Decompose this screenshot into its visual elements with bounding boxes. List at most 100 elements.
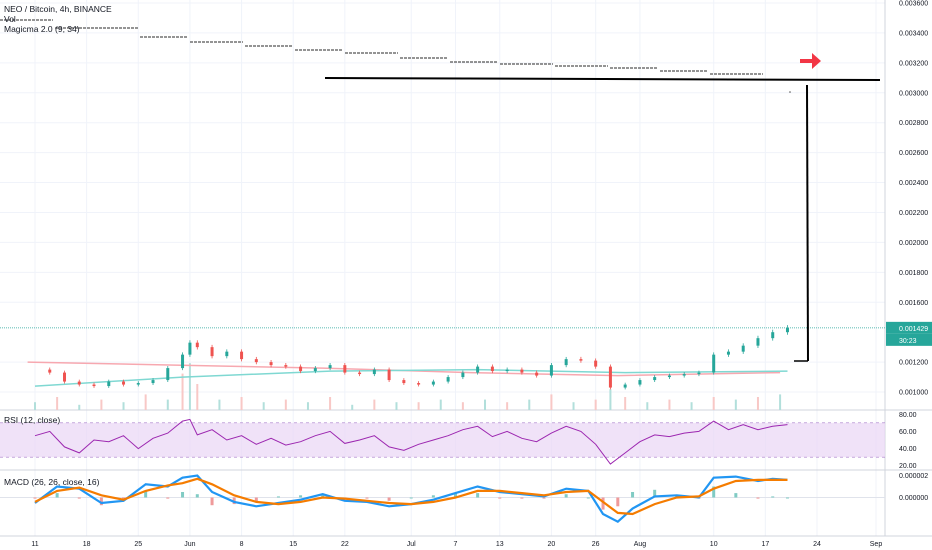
rsi-tick-label: 40.00 (899, 446, 917, 453)
macd-histogram-bar (166, 497, 170, 499)
volume-bar (417, 402, 420, 410)
volume-bar (240, 397, 243, 410)
volume-bar (188, 363, 191, 410)
macd-histogram-bar (55, 493, 59, 498)
candle-body (697, 372, 701, 375)
candle-body (254, 359, 258, 363)
volume-bar (734, 399, 737, 410)
volume-bar (373, 399, 376, 410)
rsi-tick-label: 80.00 (899, 412, 917, 419)
y-tick-label: 0.002200 (899, 210, 928, 217)
volume-bar (439, 399, 442, 410)
chart-legend: NEO / Bitcoin, 4h, BINANCE Vol Magicma 2… (4, 4, 112, 34)
volume-bar (461, 402, 464, 410)
axes: 11 18 25 Jun 8 15 22 Jul 7 13 20 26 Aug 10 17 24 Sep 0.00… (31, 1, 932, 548)
macd-histogram-bar (195, 494, 199, 498)
volume-bar (284, 399, 287, 410)
chart-canvas[interactable]: 11 18 25 Jun 8 15 22 Jul 7 13 20 26 Aug 10 17 24 Sep 0.00… (0, 0, 932, 550)
volume-legend: Vol (4, 14, 16, 24)
x-tick-label: 11 (31, 541, 38, 548)
volume-bar (646, 402, 649, 410)
candle-body (476, 366, 480, 373)
volume-bar (196, 384, 199, 410)
volume-bar (779, 394, 782, 410)
candle-body (48, 369, 52, 373)
y-tick-label: 0.001600 (899, 300, 928, 307)
candle-body (549, 365, 553, 376)
candle-body (313, 368, 317, 372)
volume-bar (34, 402, 36, 410)
macd-histogram-bar (365, 497, 369, 499)
macd-histogram-bar (785, 497, 789, 499)
candle-body (136, 383, 140, 385)
macd-tick-label: 0.000000 (899, 495, 928, 502)
x-tick-label: Sep (870, 541, 883, 548)
candle-body (667, 375, 671, 378)
y-tick-label: 0.003200 (899, 60, 928, 67)
candle-body (638, 380, 642, 385)
x-tick-label: 20 (548, 541, 556, 548)
red-arrow-icon (800, 53, 821, 69)
candle-body (726, 351, 730, 355)
x-tick-label: 8 (240, 541, 244, 548)
candle-body (785, 327, 789, 333)
marker-dot (789, 91, 791, 93)
x-tick-label: 13 (496, 541, 504, 548)
macd-panel[interactable] (0, 474, 885, 524)
macd-histogram-bar (33, 497, 37, 499)
x-tick-label: 22 (341, 541, 349, 548)
y-tick-label: 0.002800 (899, 120, 928, 127)
rsi-panel[interactable] (0, 418, 885, 465)
volume-bar (484, 399, 487, 410)
volume-bar (306, 402, 309, 410)
candle-body (653, 377, 657, 381)
candle-body (77, 381, 81, 385)
macd-histogram-bar (520, 497, 524, 499)
symbol-title: NEO / Bitcoin, 4h, BINANCE (4, 4, 112, 14)
candle-body (461, 372, 465, 378)
y-tick-label: 0.002400 (899, 180, 928, 187)
volume-bar (624, 397, 627, 410)
annotations (324, 53, 881, 362)
x-tick-label: 15 (289, 541, 297, 548)
rsi-tick-label: 60.00 (899, 429, 917, 436)
macd-histogram-bar (756, 497, 760, 499)
x-tick-label: 24 (813, 541, 821, 548)
y-tick-label: 0.003000 (899, 90, 928, 97)
x-tick-label: 10 (710, 541, 718, 548)
macd-histogram-bar (542, 497, 546, 499)
y-tick-label: 0.001200 (899, 360, 928, 367)
candle-body (122, 381, 126, 385)
macd-histogram-bar (476, 493, 480, 498)
volume-bar (78, 404, 81, 410)
volume-bar (690, 402, 693, 410)
candle-body (535, 372, 539, 376)
macd-histogram-bar (299, 495, 303, 498)
candle-body (225, 351, 229, 357)
volume-bar (572, 402, 575, 410)
candle-body (107, 381, 111, 387)
candle-body (151, 380, 155, 384)
macd-histogram-bar (181, 492, 185, 498)
volume-bar (395, 402, 398, 410)
candle-body (520, 369, 524, 373)
candle-body (623, 384, 627, 388)
vertical-target-line (806, 84, 809, 362)
volume-bar (166, 399, 169, 410)
countdown-label: 30:23 (899, 338, 917, 345)
volume-bar (122, 402, 125, 410)
volume-bar (262, 402, 265, 410)
y-tick-label: 0.001000 (899, 390, 928, 397)
macd-histogram-bar (631, 492, 635, 498)
candle-body (712, 354, 716, 373)
x-tick-label: Aug (634, 541, 647, 548)
candle-body (188, 342, 192, 355)
macd-histogram-bar (77, 497, 81, 499)
x-tick-label: 25 (134, 541, 142, 548)
candle-body (92, 384, 96, 387)
candle-body (269, 362, 273, 366)
macd-tick-label: 0.000002 (899, 473, 928, 480)
candle-body (299, 366, 303, 372)
candle-body (328, 365, 332, 369)
x-tick-label: 18 (83, 541, 91, 548)
